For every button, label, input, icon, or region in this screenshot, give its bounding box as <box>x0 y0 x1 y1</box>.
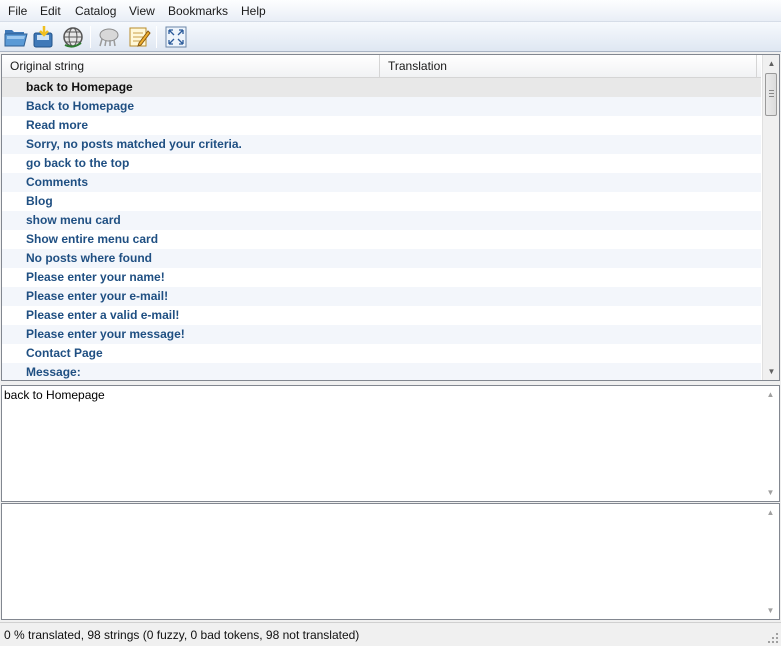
fullscreen-icon <box>165 26 187 48</box>
fullscreen-button[interactable] <box>163 24 189 50</box>
list-item[interactable]: No posts where found <box>2 249 761 268</box>
scroll-down-icon[interactable]: ▼ <box>762 602 779 619</box>
scroll-up-icon[interactable]: ▲ <box>763 55 779 72</box>
scroll-thumb[interactable] <box>765 73 777 116</box>
list-item[interactable]: Blog <box>2 192 761 211</box>
folder-open-icon <box>4 30 28 47</box>
toolbar-separator <box>156 26 157 48</box>
menu-bar: File Edit Catalog View Bookmarks Help <box>0 0 781 22</box>
list-rows: back to Homepage Back to Homepage Read mor… <box>2 78 761 380</box>
toolbar <box>0 22 781 52</box>
translation-scrollbar[interactable]: ▲ ▼ <box>762 504 779 619</box>
list-item[interactable]: Please enter your e-mail! <box>2 287 761 306</box>
open-button[interactable] <box>3 24 29 50</box>
list-item[interactable]: show menu card <box>2 211 761 230</box>
list-item[interactable]: Sorry, no posts matched your criteria. <box>2 135 761 154</box>
column-translation[interactable]: Translation <box>380 55 757 78</box>
translation-text-pane[interactable]: ▲ ▼ <box>1 503 780 620</box>
status-text: 0 % translated, 98 strings (0 fuzzy, 0 b… <box>4 628 360 642</box>
source-text-pane[interactable]: back to Homepage ▲ ▼ <box>1 385 780 502</box>
list-item[interactable]: Please enter your message! <box>2 325 761 344</box>
menu-view[interactable]: View <box>129 4 155 18</box>
column-original-string[interactable]: Original string <box>2 55 380 78</box>
list-scrollbar[interactable]: ▲ ▼ <box>762 55 779 380</box>
save-icon <box>33 26 53 48</box>
scroll-up-icon[interactable]: ▲ <box>762 504 779 521</box>
status-bar: 0 % translated, 98 strings (0 fuzzy, 0 b… <box>0 622 781 646</box>
list-item[interactable]: Comments <box>2 173 761 192</box>
save-button[interactable] <box>31 24 57 50</box>
edit-comment-icon <box>129 27 151 47</box>
list-item[interactable]: Read more <box>2 116 761 135</box>
scroll-up-icon[interactable]: ▲ <box>762 386 779 403</box>
list-item[interactable]: Show entire menu card <box>2 230 761 249</box>
scroll-down-icon[interactable]: ▼ <box>763 363 779 380</box>
menu-file[interactable]: File <box>8 4 27 18</box>
resize-grip-icon[interactable] <box>767 632 779 644</box>
menu-bookmarks[interactable]: Bookmarks <box>168 4 228 18</box>
list-item[interactable]: go back to the top <box>2 154 761 173</box>
menu-edit[interactable]: Edit <box>40 4 61 18</box>
source-scrollbar[interactable]: ▲ ▼ <box>762 386 779 501</box>
strings-list[interactable]: Original string Translation back to Home… <box>1 54 780 381</box>
list-item[interactable]: Contact Page <box>2 344 761 363</box>
scroll-down-icon[interactable]: ▼ <box>762 484 779 501</box>
menu-catalog[interactable]: Catalog <box>75 4 116 18</box>
list-item[interactable]: Message: <box>2 363 761 380</box>
validate-icon <box>99 28 119 47</box>
globe-update-icon <box>63 27 83 48</box>
validate-button[interactable] <box>96 24 122 50</box>
update-button[interactable] <box>60 24 86 50</box>
list-item[interactable]: back to Homepage <box>2 78 761 97</box>
list-item[interactable]: Back to Homepage <box>2 97 761 116</box>
menu-help[interactable]: Help <box>241 4 266 18</box>
list-item[interactable]: Please enter your name! <box>2 268 761 287</box>
source-text: back to Homepage <box>4 388 105 402</box>
toolbar-separator <box>90 26 91 48</box>
list-header: Original string Translation <box>2 55 761 78</box>
list-item[interactable]: Please enter a valid e-mail! <box>2 306 761 325</box>
comment-button[interactable] <box>126 24 152 50</box>
